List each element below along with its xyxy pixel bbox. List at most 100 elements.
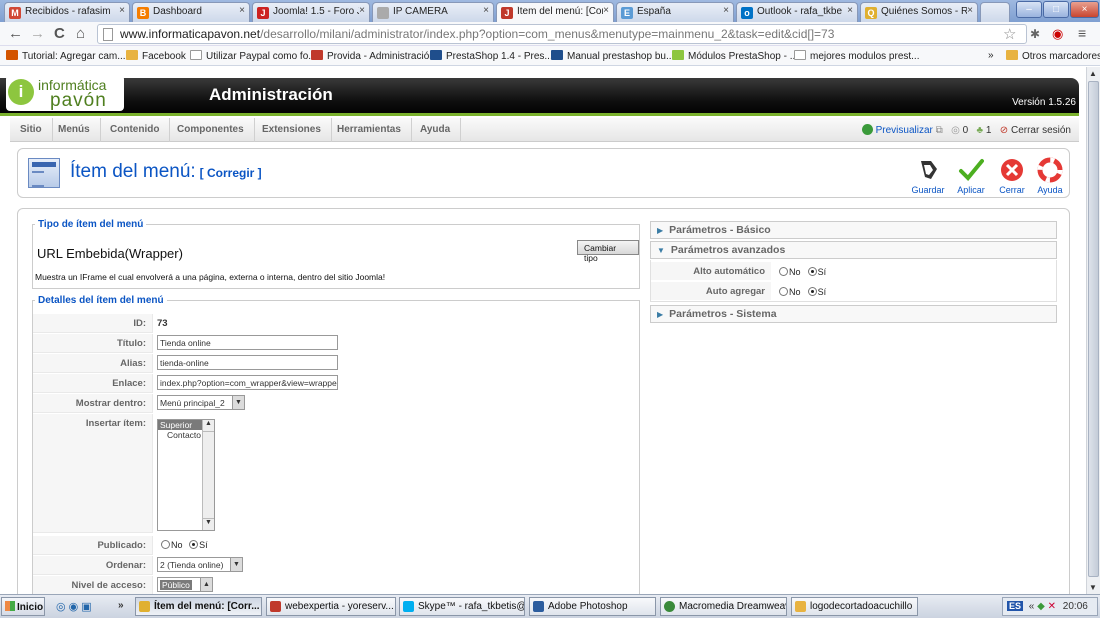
insert-listbox[interactable]: Superior Contacto ▲ ▼ xyxy=(157,419,215,531)
taskbar-item[interactable]: Adobe Photoshop xyxy=(529,597,656,616)
menu-menus[interactable]: Menús xyxy=(48,118,101,142)
edit-form: Tipo de ítem del menú URL Embebida(Wrapp… xyxy=(17,208,1070,594)
params-advanced-toggle[interactable]: ▼ Parámetros avanzados xyxy=(650,241,1057,259)
bookmark-item[interactable]: Facebook xyxy=(126,50,186,62)
clock[interactable]: 20:06 xyxy=(1063,601,1088,612)
close-window-button[interactable]: × xyxy=(1070,1,1099,18)
other-bookmarks[interactable]: Otros marcadores xyxy=(1006,50,1100,62)
alias-input[interactable]: tienda-online xyxy=(157,355,338,370)
scroll-up-icon[interactable]: ▲ xyxy=(203,420,214,432)
close-icon[interactable]: × xyxy=(483,5,489,16)
maximize-button[interactable]: □ xyxy=(1043,1,1069,18)
taskbar-item[interactable]: logodecortadoacuchillo xyxy=(791,597,918,616)
taskbar-item[interactable]: Ítem del menú: [Corr... xyxy=(135,597,262,616)
tab-joomla-forum[interactable]: J Joomla! 1.5 - Foro J × xyxy=(252,2,370,22)
taskbar-item-label: Ítem del menú: [Corr... xyxy=(154,601,260,612)
close-icon[interactable]: × xyxy=(723,5,729,16)
close-icon[interactable]: × xyxy=(847,5,853,16)
new-tab-button[interactable] xyxy=(980,2,1010,22)
menu-icon[interactable]: ≡ xyxy=(1078,25,1086,41)
tab-outlook[interactable]: o Outlook - rafa_tkbe × xyxy=(736,2,858,22)
close-button[interactable]: Cerrar xyxy=(992,157,1032,195)
taskbar-item[interactable]: Macromedia Dreamweav... xyxy=(660,597,787,616)
home-icon[interactable]: ⌂ xyxy=(76,25,85,42)
auto-height-yes-label: Sí xyxy=(817,267,827,277)
forward-arrow-icon[interactable]: → xyxy=(30,25,45,42)
tab-espana[interactable]: E España × xyxy=(616,2,734,22)
quicklaunch-more-chevron[interactable]: » xyxy=(118,600,124,611)
bookmark-item[interactable]: PrestaShop 1.4 - Pres... xyxy=(430,50,553,62)
extension-icon[interactable]: ✱ xyxy=(1030,27,1040,41)
menu-contenido[interactable]: Contenido xyxy=(100,118,171,142)
minimize-button[interactable]: – xyxy=(1016,1,1042,18)
published-no-radio[interactable] xyxy=(161,540,170,549)
menu-ayuda[interactable]: Ayuda xyxy=(410,118,462,142)
preview-link[interactable]: Previsualizar xyxy=(876,125,933,136)
close-icon[interactable]: × xyxy=(967,5,973,16)
bookmark-item[interactable]: mejores modulos prest... xyxy=(794,50,920,62)
scroll-up-icon[interactable]: ▲ xyxy=(1089,69,1097,78)
bookmark-item[interactable]: Manual prestashop bu... xyxy=(551,50,674,62)
bookmark-item[interactable]: Tutorial: Agregar cam... xyxy=(6,50,126,62)
network-icon[interactable]: ◆ xyxy=(1037,601,1045,612)
apply-button[interactable]: Aplicar xyxy=(951,157,991,195)
list-item[interactable]: Superior xyxy=(158,420,202,430)
logo[interactable]: i informática pavón xyxy=(6,75,124,111)
params-system-toggle[interactable]: ▶ Parámetros - Sistema xyxy=(650,305,1057,323)
tray-expand-icon[interactable]: « xyxy=(1029,601,1035,612)
tab-ip-camera[interactable]: IP CAMERA × xyxy=(372,2,494,22)
opera-icon[interactable]: ◉ xyxy=(1052,26,1063,42)
menu-herramientas[interactable]: Herramientas xyxy=(327,118,412,142)
page-scrollbar[interactable]: ▲ ▼ xyxy=(1086,67,1100,594)
bookmark-item[interactable]: Utilizar Paypal como fo... xyxy=(190,50,317,62)
scroll-thumb[interactable] xyxy=(1088,81,1099,577)
access-select[interactable]: Público ▲ xyxy=(157,577,213,592)
taskbar-item[interactable]: webexpertia - yoreserv... xyxy=(266,597,396,616)
bookmarks-more-chevron[interactable]: » xyxy=(988,50,994,61)
save-button[interactable]: Guardar xyxy=(908,157,948,195)
close-icon[interactable]: × xyxy=(119,5,125,16)
taskbar-item[interactable]: Skype™ - rafa_tkbetis@... xyxy=(399,597,525,616)
messages-count[interactable]: 0 xyxy=(963,125,969,136)
users-count[interactable]: 1 xyxy=(986,125,992,136)
params-basic-toggle[interactable]: ▶ Parámetros - Básico xyxy=(650,221,1057,239)
address-bar[interactable]: www.informaticapavon.net/desarrollo/mila… xyxy=(97,24,1027,44)
show-in-select[interactable]: Menú principal_2 ▼ xyxy=(157,395,245,410)
language-indicator[interactable]: ES xyxy=(1007,601,1024,611)
alias-label: Alias: xyxy=(33,354,153,373)
scroll-down-icon[interactable]: ▼ xyxy=(203,518,214,530)
quicklaunch-icons[interactable]: ◎ ◉ ▣ xyxy=(56,600,92,613)
scroll-down-icon[interactable]: ▼ xyxy=(1089,583,1097,592)
auto-height-yes-radio[interactable] xyxy=(807,267,817,276)
start-button[interactable]: Inicio xyxy=(1,597,45,616)
menu-sitio[interactable]: Sitio xyxy=(10,118,53,142)
link-input[interactable]: index.php?option=com_wrapper&view=wrappe… xyxy=(157,375,338,390)
published-yes-radio[interactable] xyxy=(189,540,199,549)
close-icon[interactable]: × xyxy=(603,5,609,16)
logout-link[interactable]: Cerrar sesión xyxy=(1011,125,1071,136)
back-arrow-icon[interactable]: ← xyxy=(8,25,23,42)
taskbar-item-label: Adobe Photoshop xyxy=(548,601,628,612)
tab-dashboard[interactable]: B Dashboard × xyxy=(132,2,250,22)
menu-componentes[interactable]: Componentes xyxy=(167,118,255,142)
auto-add-no-radio[interactable] xyxy=(779,287,788,296)
auto-height-no-radio[interactable] xyxy=(779,267,788,276)
reload-icon[interactable]: C xyxy=(54,25,65,42)
page-icon xyxy=(794,50,806,60)
order-select[interactable]: 2 (Tienda online) ▼ xyxy=(157,557,243,572)
tab-menu-item[interactable]: J Ítem del menú: [Cor × xyxy=(496,2,614,23)
bookmark-item[interactable]: Provida - Administración xyxy=(311,50,435,62)
star-icon[interactable]: ☆ xyxy=(1003,25,1016,43)
listbox-scrollbar[interactable]: ▲ ▼ xyxy=(202,420,214,530)
menu-extensiones[interactable]: Extensiones xyxy=(252,118,332,142)
bookmark-item[interactable]: Módulos PrestaShop - ... xyxy=(672,50,798,62)
auto-add-yes-radio[interactable] xyxy=(807,287,817,296)
antivirus-icon[interactable]: ✕ xyxy=(1048,601,1056,612)
change-type-button[interactable]: Cambiar tipo xyxy=(577,240,639,263)
close-icon[interactable]: × xyxy=(239,5,245,16)
tab-gmail[interactable]: M Recibidos - rafasimn × xyxy=(4,2,130,22)
close-icon[interactable]: × xyxy=(359,5,365,16)
title-input[interactable]: Tienda online xyxy=(157,335,338,350)
tab-quienes-somos[interactable]: Q Quiénes Somos - Re × xyxy=(860,2,978,22)
help-button[interactable]: Ayuda xyxy=(1030,157,1070,195)
